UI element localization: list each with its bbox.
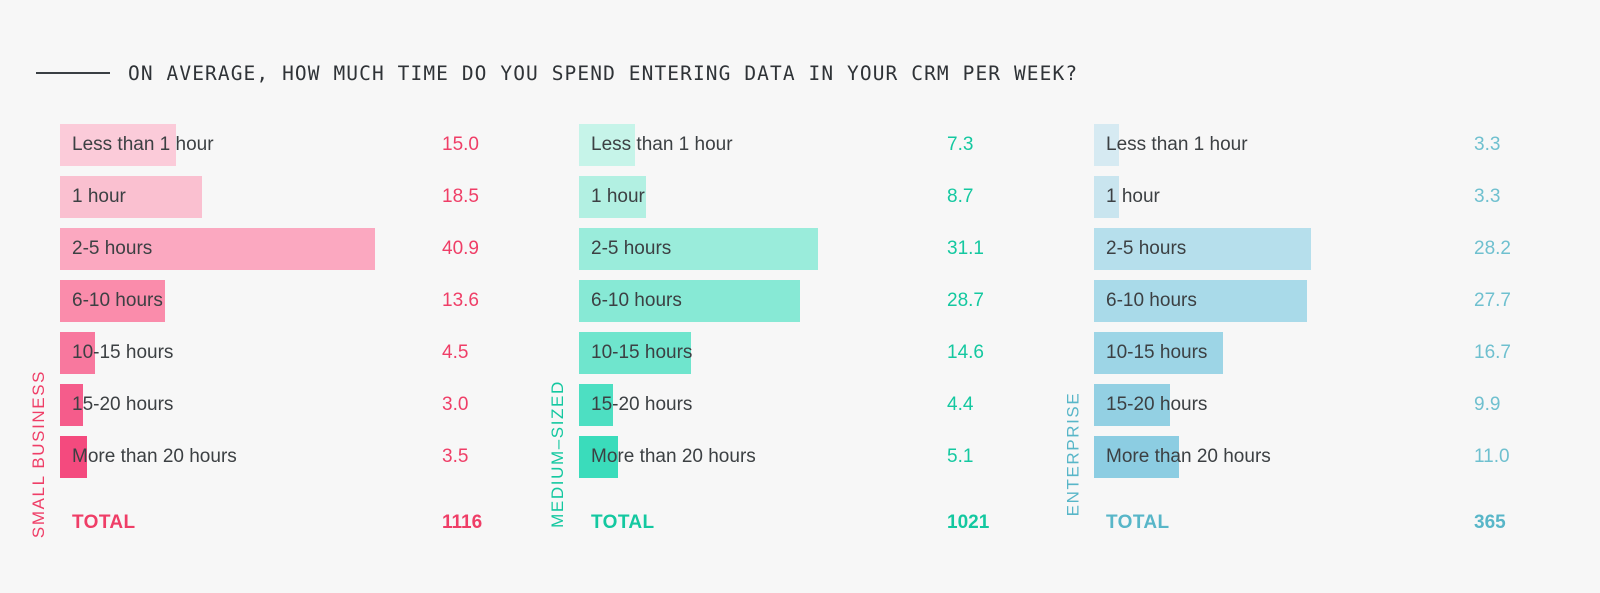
- total-label: TOTAL: [72, 512, 136, 533]
- row-label: 10-15 hours: [591, 342, 693, 363]
- row-label: 15-20 hours: [591, 394, 693, 415]
- table-row[interactable]: 10-15 hours 4.5: [60, 332, 526, 374]
- table-row[interactable]: 6-10 hours 27.7: [1094, 280, 1580, 322]
- row-label: 1 hour: [591, 186, 645, 207]
- group-label-enterprise: ENTERPRISE: [1060, 124, 1086, 517]
- table-row[interactable]: More than 20 hours 5.1: [579, 436, 1045, 478]
- group-label-text: MEDIUM–SIZED: [548, 380, 567, 528]
- row-label: 1 hour: [1106, 186, 1160, 207]
- row-value: 31.1: [947, 238, 984, 259]
- table-row[interactable]: 1 hour 8.7: [579, 176, 1045, 218]
- row-value: 11.0: [1474, 446, 1510, 467]
- table-row[interactable]: 2-5 hours 31.1: [579, 228, 1045, 270]
- title-rule-decoration: [36, 72, 110, 74]
- row-label: 2-5 hours: [72, 238, 153, 259]
- row-label: 6-10 hours: [591, 290, 682, 311]
- table-row[interactable]: 6-10 hours 28.7: [579, 280, 1045, 322]
- row-label: 10-15 hours: [72, 342, 174, 363]
- group-enterprise: ENTERPRISE Less than 1 hour 3.3 1 hour 3…: [1060, 124, 1580, 564]
- total-label: TOTAL: [1106, 512, 1170, 533]
- rows-enterprise: Less than 1 hour 3.3 1 hour 3.3 2-5 hour…: [1094, 124, 1580, 564]
- table-row[interactable]: 10-15 hours 16.7: [1094, 332, 1580, 374]
- row-value: 3.3: [1474, 134, 1501, 155]
- rows-medium-sized: Less than 1 hour 7.3 1 hour 8.7 2-5 hour…: [579, 124, 1045, 564]
- table-row[interactable]: 10-15 hours 14.6: [579, 332, 1045, 374]
- row-value: 28.7: [947, 290, 984, 311]
- table-row[interactable]: 6-10 hours 13.6: [60, 280, 526, 322]
- table-row[interactable]: More than 20 hours 3.5: [60, 436, 526, 478]
- page-title: ON AVERAGE, HOW MUCH TIME DO YOU SPEND E…: [128, 61, 1079, 85]
- row-label: More than 20 hours: [591, 446, 756, 467]
- total-row: TOTAL 1021: [579, 506, 1045, 540]
- group-small-business: SMALL BUSINESS Less than 1 hour 15.0 1 h…: [26, 124, 526, 564]
- bar-groups-container: SMALL BUSINESS Less than 1 hour 15.0 1 h…: [0, 124, 1600, 564]
- table-row[interactable]: Less than 1 hour 3.3: [1094, 124, 1580, 166]
- total-row: TOTAL 1116: [60, 506, 526, 540]
- total-value: 1021: [947, 512, 990, 533]
- row-label: More than 20 hours: [72, 446, 237, 467]
- row-value: 9.9: [1474, 394, 1501, 415]
- rows-small-business: Less than 1 hour 15.0 1 hour 18.5 2-5 ho…: [60, 124, 526, 564]
- table-row[interactable]: 2-5 hours 28.2: [1094, 228, 1580, 270]
- row-label: Less than 1 hour: [72, 134, 214, 155]
- row-label: 2-5 hours: [591, 238, 672, 259]
- row-label: 6-10 hours: [1106, 290, 1197, 311]
- row-value: 18.5: [442, 186, 479, 207]
- chart-root: ON AVERAGE, HOW MUCH TIME DO YOU SPEND E…: [0, 0, 1600, 593]
- table-row[interactable]: 15-20 hours 4.4: [579, 384, 1045, 426]
- row-value: 15.0: [442, 134, 479, 155]
- row-value: 3.0: [442, 394, 469, 415]
- row-value: 4.4: [947, 394, 974, 415]
- row-label: 10-15 hours: [1106, 342, 1208, 363]
- table-row[interactable]: Less than 1 hour 7.3: [579, 124, 1045, 166]
- total-value: 365: [1474, 512, 1506, 533]
- table-row[interactable]: 15-20 hours 3.0: [60, 384, 526, 426]
- group-label-text: SMALL BUSINESS: [29, 369, 48, 539]
- row-value: 14.6: [947, 342, 984, 363]
- row-label: Less than 1 hour: [591, 134, 733, 155]
- total-row: TOTAL 365: [1094, 506, 1580, 540]
- row-label: 15-20 hours: [72, 394, 174, 415]
- row-label: 2-5 hours: [1106, 238, 1187, 259]
- row-value: 3.3: [1474, 186, 1501, 207]
- row-value: 16.7: [1474, 342, 1511, 363]
- group-label-medium-sized: MEDIUM–SIZED: [545, 124, 571, 528]
- row-value: 5.1: [947, 446, 974, 467]
- total-label: TOTAL: [591, 512, 655, 533]
- row-value: 4.5: [442, 342, 469, 363]
- group-label-text: ENTERPRISE: [1063, 391, 1083, 517]
- row-value: 27.7: [1474, 290, 1511, 311]
- row-value: 40.9: [442, 238, 479, 259]
- table-row[interactable]: 2-5 hours 40.9: [60, 228, 526, 270]
- group-medium-sized: MEDIUM–SIZED Less than 1 hour 7.3 1 hour…: [545, 124, 1045, 564]
- row-label: Less than 1 hour: [1106, 134, 1248, 155]
- table-row[interactable]: Less than 1 hour 15.0: [60, 124, 526, 166]
- row-label: 15-20 hours: [1106, 394, 1208, 415]
- table-row[interactable]: 1 hour 18.5: [60, 176, 526, 218]
- table-row[interactable]: 15-20 hours 9.9: [1094, 384, 1580, 426]
- row-value: 8.7: [947, 186, 974, 207]
- row-value: 3.5: [442, 446, 469, 467]
- row-value: 7.3: [947, 134, 974, 155]
- row-label: 6-10 hours: [72, 290, 163, 311]
- chart-title-row: ON AVERAGE, HOW MUCH TIME DO YOU SPEND E…: [36, 56, 1078, 90]
- row-value: 28.2: [1474, 238, 1511, 259]
- total-value: 1116: [442, 512, 483, 533]
- row-label: 1 hour: [72, 186, 126, 207]
- group-label-small-business: SMALL BUSINESS: [26, 124, 52, 538]
- table-row[interactable]: 1 hour 3.3: [1094, 176, 1580, 218]
- row-label: More than 20 hours: [1106, 446, 1271, 467]
- table-row[interactable]: More than 20 hours 11.0: [1094, 436, 1580, 478]
- row-value: 13.6: [442, 290, 479, 311]
